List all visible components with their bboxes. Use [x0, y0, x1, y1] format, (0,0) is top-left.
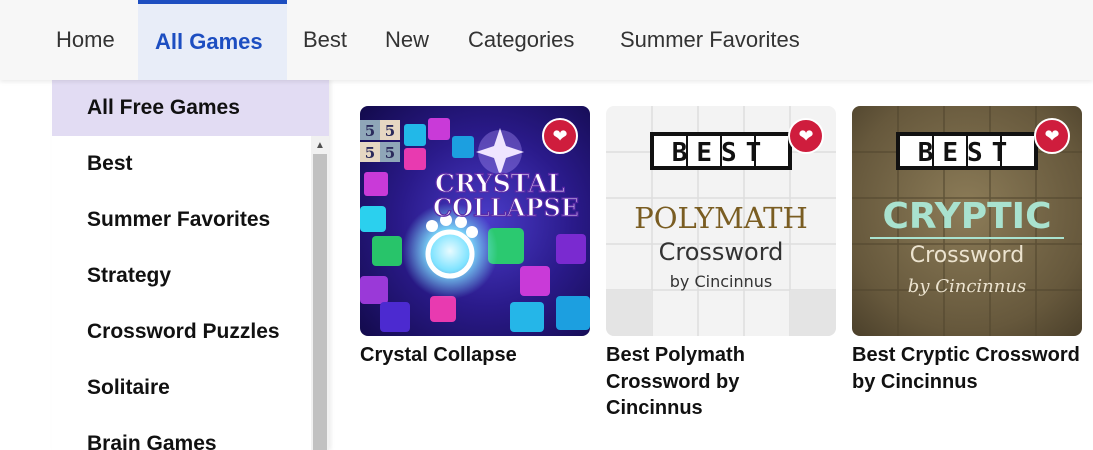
collapse-title-line: COLLAPSE	[433, 193, 579, 222]
top-navigation: Home All Games Best New Categories Summe…	[0, 0, 1093, 80]
sidebar-item-label: Brain Games	[87, 432, 217, 450]
tab-label: Summer Favorites	[620, 27, 800, 52]
sidebar-item-label: Solitaire	[87, 376, 170, 399]
sidebar-item-label: All Free Games	[87, 96, 240, 119]
tile-number: 5	[385, 122, 395, 140]
sidebar-item-solitaire[interactable]: Solitaire	[52, 360, 329, 416]
tab-label: Best	[303, 27, 348, 52]
tab-label: New	[385, 27, 430, 52]
sidebar-item-summer-favorites[interactable]: Summer Favorites	[52, 192, 329, 248]
sidebar-scrollbar[interactable]: ▲	[311, 136, 329, 450]
cryptic-title-line: CRYPTIC	[883, 196, 1052, 237]
tab-label: All Games	[155, 29, 263, 54]
tab-all-games[interactable]: All Games	[138, 0, 287, 80]
tile-number: 5	[365, 144, 375, 162]
category-sidebar: All Free Games Best Summer Favorites Str…	[52, 80, 329, 450]
sidebar-item-label: Strategy	[87, 264, 172, 287]
heart-icon: ❤	[1044, 126, 1060, 146]
tab-label: Categories	[468, 27, 575, 52]
game-thumbnail[interactable]: BEST POLYMATH Crossword by Cincinnus ❤	[606, 106, 836, 336]
crossword-subtitle-line: Crossword	[659, 238, 784, 266]
author-line: by Cincinnus	[908, 276, 1026, 297]
sidebar-item-brain-games[interactable]: Brain Games	[52, 416, 329, 450]
game-card-polymath-crossword: BEST POLYMATH Crossword by Cincinnus ❤ B…	[606, 106, 836, 422]
tab-best[interactable]: Best	[287, 0, 357, 80]
game-title[interactable]: Crystal Collapse	[360, 342, 590, 369]
tab-home[interactable]: Home	[42, 0, 138, 80]
favorite-button[interactable]: ❤	[542, 118, 578, 154]
scroll-up-icon[interactable]: ▲	[311, 136, 329, 154]
heart-icon: ❤	[798, 126, 814, 146]
game-title[interactable]: Best Polymath Crossword by Cincinnus	[606, 342, 836, 422]
best-badge-text: BEST	[672, 138, 771, 168]
scrollbar-thumb[interactable]	[313, 154, 327, 450]
heart-icon: ❤	[552, 126, 568, 146]
tab-new[interactable]: New	[372, 0, 452, 80]
sidebar-item-strategy[interactable]: Strategy	[52, 248, 329, 304]
game-title[interactable]: Best Cryptic Crossword by Cincinnus	[852, 342, 1082, 395]
sidebar-item-all-free-games[interactable]: All Free Games	[52, 80, 329, 136]
author-line: by Cincinnus	[670, 272, 772, 291]
game-thumbnail[interactable]: 5 5 5 5 CRYSTAL COLLAPSE ❤	[360, 106, 590, 336]
tile-number: 5	[365, 122, 375, 140]
favorite-button[interactable]: ❤	[1034, 118, 1070, 154]
best-badge-text: BEST	[918, 138, 1017, 168]
crossword-subtitle-line: Crossword	[910, 243, 1024, 268]
sidebar-item-label: Summer Favorites	[87, 208, 271, 231]
tab-categories[interactable]: Categories	[455, 0, 595, 80]
sidebar-item-label: Crossword Puzzles	[87, 320, 280, 343]
game-card-cryptic-crossword: BEST CRYPTIC Crossword by Cincinnus ❤ Be…	[852, 106, 1082, 395]
tile-number: 5	[385, 144, 395, 162]
polymath-title-line: POLYMATH	[634, 201, 808, 235]
tab-summer-favorites[interactable]: Summer Favorites	[607, 0, 827, 80]
favorite-button[interactable]: ❤	[788, 118, 824, 154]
game-card-crystal-collapse: 5 5 5 5 CRYSTAL COLLAPSE ❤ Crystal Colla…	[360, 106, 590, 369]
game-thumbnail[interactable]: BEST CRYPTIC Crossword by Cincinnus ❤	[852, 106, 1082, 336]
tab-label: Home	[56, 27, 115, 52]
sidebar-item-label: Best	[87, 152, 133, 175]
sidebar-item-crossword-puzzles[interactable]: Crossword Puzzles	[52, 304, 329, 360]
sidebar-item-best[interactable]: Best	[52, 136, 329, 192]
